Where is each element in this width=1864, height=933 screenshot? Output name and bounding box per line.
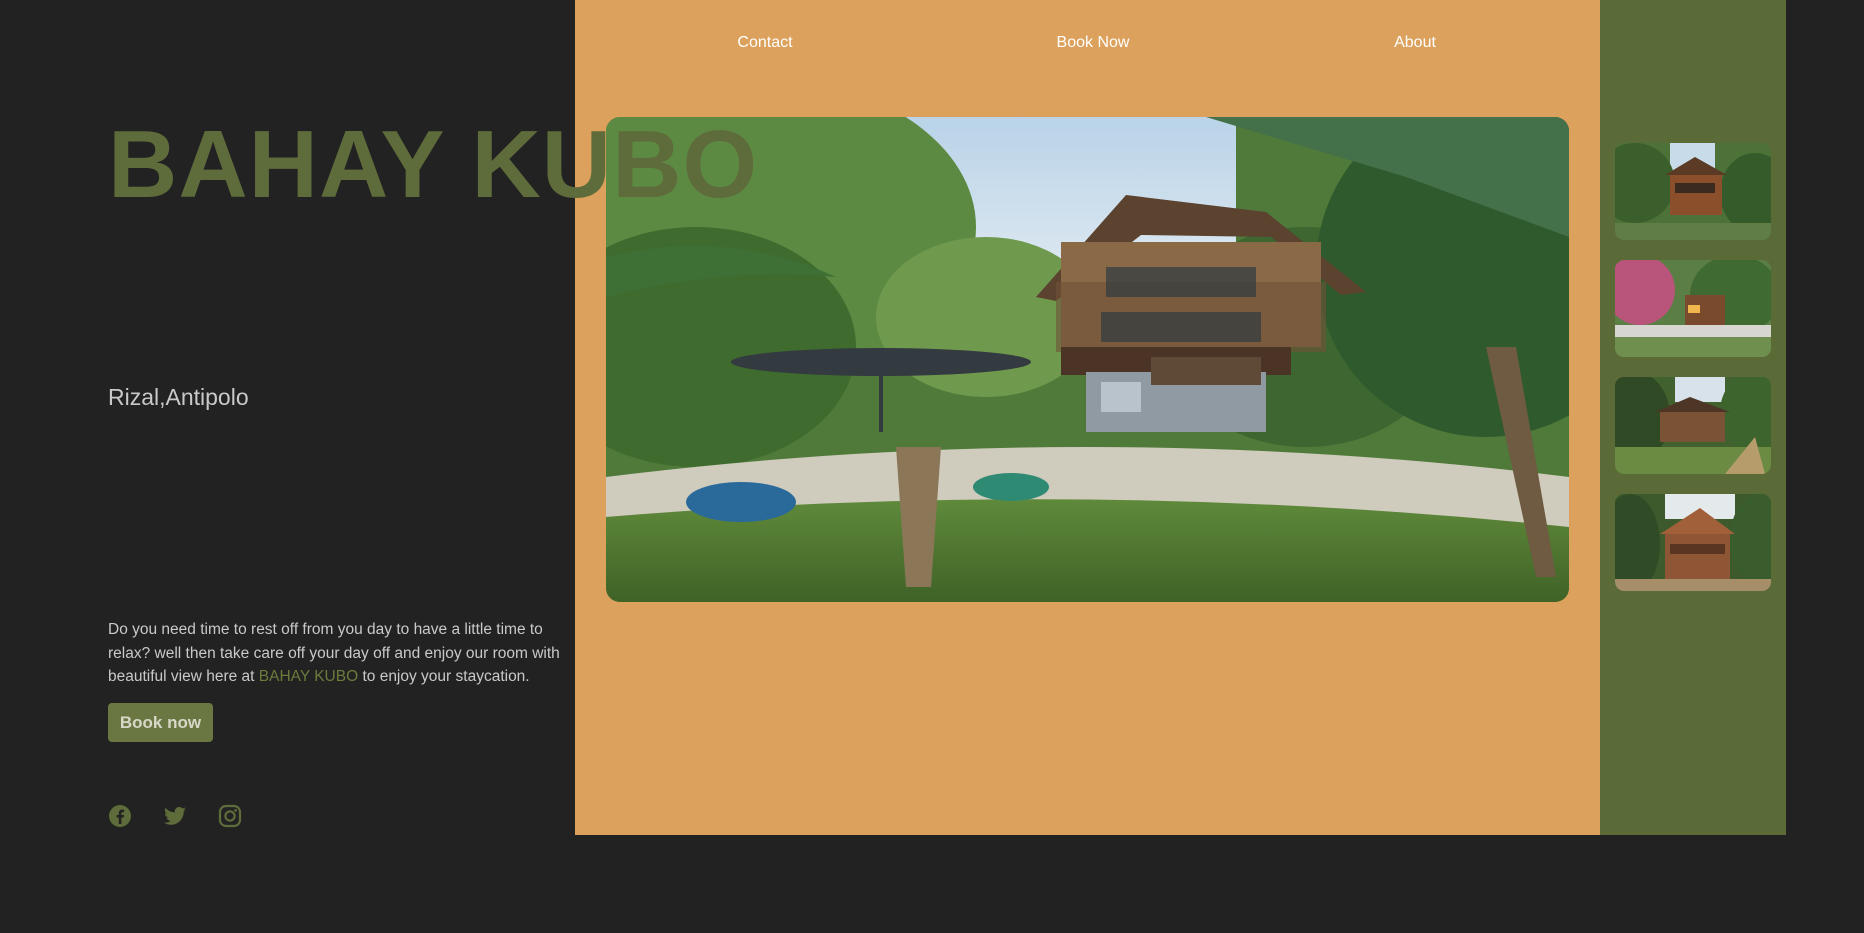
social-links [108, 804, 242, 828]
description-brand: BAHAY KUBO [258, 668, 359, 685]
instagram-icon[interactable] [218, 804, 242, 828]
gallery-thumbnail[interactable] [1615, 494, 1771, 591]
top-nav: Contact Book Now About [575, 34, 1600, 54]
description-paragraph: Do you need time to rest off from you da… [108, 618, 570, 689]
nav-contact[interactable]: Contact [737, 34, 792, 52]
right-panel [1600, 0, 1786, 835]
nav-about[interactable]: About [1394, 34, 1436, 52]
location-text: Rizal,Antipolo [108, 384, 249, 410]
gallery-thumbnail[interactable] [1615, 260, 1771, 357]
description-text-after: to enjoy your staycation. [358, 668, 530, 685]
nav-book-now[interactable]: Book Now [1057, 34, 1130, 52]
left-panel: BAHAY KUBO Rizal,Antipolo Do you need ti… [0, 0, 757, 933]
gallery-thumbnail[interactable] [1615, 377, 1771, 474]
page-title: BAHAY KUBO [108, 111, 759, 218]
facebook-icon[interactable] [108, 804, 132, 828]
gallery-thumbnail[interactable] [1615, 143, 1771, 240]
twitter-icon[interactable] [163, 804, 187, 828]
book-now-button[interactable]: Book now [108, 703, 213, 742]
